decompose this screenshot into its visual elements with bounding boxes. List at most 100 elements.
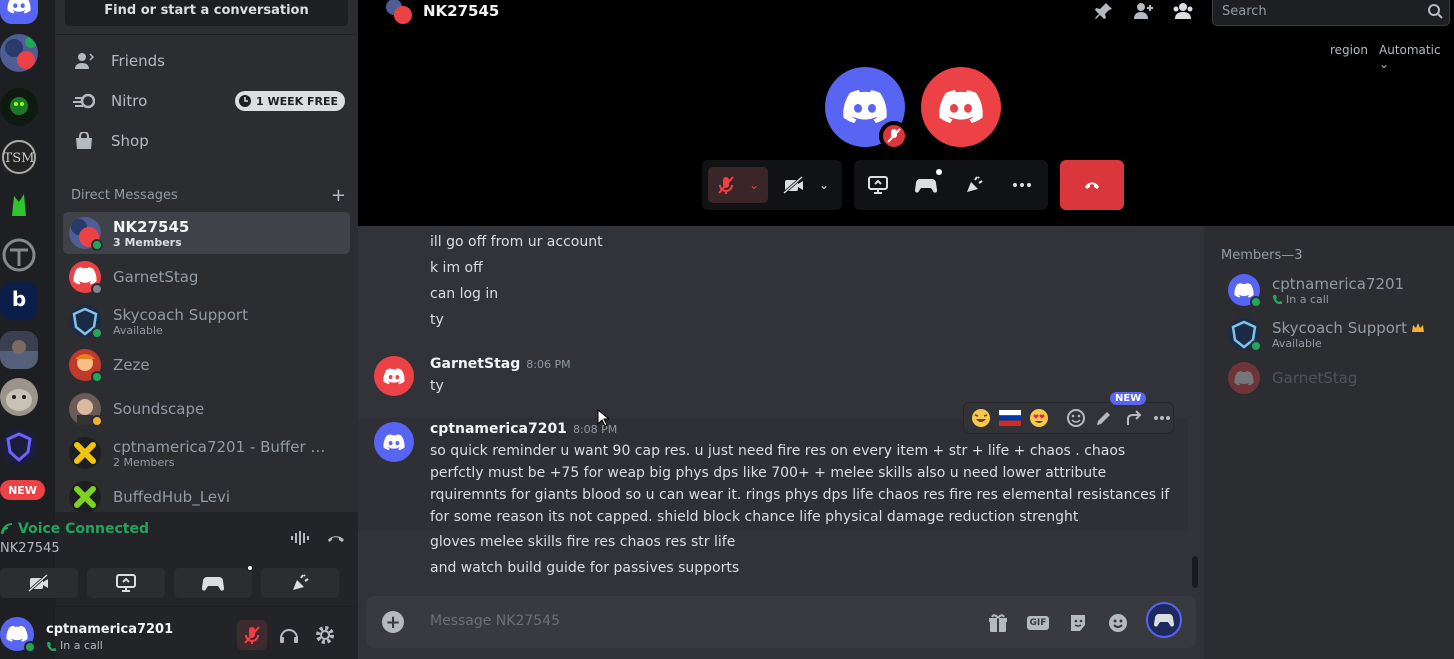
dm-item-zeze[interactable]: Zeze <box>63 344 350 386</box>
server-icon-seal[interactable] <box>0 378 38 416</box>
disconnect-icon[interactable] <box>326 530 346 550</box>
crown-icon <box>1412 322 1424 332</box>
add-friends-icon[interactable] <box>1132 1 1154 25</box>
settings-button[interactable] <box>310 620 340 650</box>
voice-channel[interactable]: NK27545 <box>0 541 60 556</box>
call-media-controls: ⌄ ⌄ <box>702 160 842 210</box>
member-list-icon[interactable] <box>1172 1 1194 25</box>
member-item-cptnamerica7201[interactable]: cptnamerica7201 In a call <box>1212 268 1448 312</box>
hang-up-icon <box>1085 182 1099 189</box>
scrollbar-thumb[interactable] <box>1192 556 1198 588</box>
message-author[interactable]: cptnamerica7201 8:08 PM <box>430 421 617 437</box>
message-text: and watch build guide for passives suppo… <box>430 560 740 576</box>
region-select[interactable]: Automatic ⌄ <box>1379 43 1454 71</box>
add-reaction-icon[interactable] <box>1064 406 1087 430</box>
nav-label: Nitro <box>111 92 148 110</box>
nav-nitro[interactable]: Nitro 1 WEEK FREE <box>63 82 350 120</box>
soundboard-button[interactable] <box>261 568 339 598</box>
signal-icon <box>1 523 13 535</box>
status-online-icon <box>1250 296 1262 308</box>
message-text: so quick reminder u want 90 cap res. u j… <box>430 443 1170 525</box>
mic-muted-icon <box>244 626 260 644</box>
mute-button[interactable] <box>237 620 267 650</box>
voice-server-icon[interactable] <box>0 34 38 72</box>
home-button[interactable] <box>0 0 38 24</box>
server-icon-art[interactable] <box>0 331 38 369</box>
member-status: Available <box>1272 336 1322 350</box>
activity-button[interactable] <box>174 564 254 598</box>
dm-item-buffer-group[interactable]: cptnamerica7201 - Buffer Sup... 2 Member… <box>63 432 350 474</box>
call-screen-share-button[interactable] <box>860 167 896 203</box>
dm-item-skycoach[interactable]: Skycoach Support Available <box>63 300 350 342</box>
message-avatar[interactable] <box>374 422 414 462</box>
avatar <box>69 217 103 251</box>
server-icon-green-skull[interactable] <box>0 186 38 224</box>
chevron-down-icon[interactable]: ⌄ <box>819 178 829 192</box>
avatar[interactable] <box>0 617 36 653</box>
dm-item-soundscape[interactable]: Soundscape <box>63 388 350 430</box>
gif-icon[interactable]: GIF <box>1026 611 1050 635</box>
divider <box>55 34 358 35</box>
message-author[interactable]: GarnetStag 8:06 PM <box>430 356 571 372</box>
phone-icon <box>47 641 56 651</box>
edit-icon[interactable] <box>1093 406 1116 430</box>
avatar <box>69 349 103 383</box>
message-text: k im off <box>430 260 483 276</box>
hang-up-button[interactable] <box>1060 160 1124 210</box>
call-activity-button[interactable] <box>908 167 944 203</box>
avatar <box>69 393 103 427</box>
call-camera-button[interactable]: ⌄ <box>776 167 836 203</box>
reaction-heart-eyes-icon[interactable] <box>1027 406 1050 430</box>
member-item-skycoach[interactable]: Skycoach Support Available <box>1212 312 1448 356</box>
server-icon-tsm[interactable]: TSM <box>0 138 38 176</box>
nav-label: Shop <box>111 132 149 150</box>
member-item-garnetstag[interactable]: GarnetStag <box>1212 356 1448 400</box>
message-timestamp: 8:06 PM <box>526 358 571 371</box>
message-toolbar <box>963 402 1174 434</box>
message-input[interactable]: Message NK27545 <box>430 613 560 629</box>
emoji-icon[interactable] <box>1106 611 1130 635</box>
server-icon-logo-t[interactable] <box>0 236 38 274</box>
search-input[interactable]: Search <box>1212 0 1450 26</box>
dm-item-garnetstag[interactable]: GarnetStag <box>63 256 350 298</box>
controller-icon <box>915 179 937 193</box>
dm-name: Skycoach Support <box>113 305 248 324</box>
reaction-laugh-icon[interactable] <box>970 406 993 430</box>
free-trial-badge: 1 WEEK FREE <box>234 91 345 111</box>
pin-icon[interactable] <box>1094 1 1114 25</box>
camera-off-icon <box>28 574 48 592</box>
server-icon-shield[interactable] <box>0 428 38 466</box>
reaction-flag-icon[interactable] <box>999 406 1022 430</box>
dm-item-nk27545[interactable]: NK27545 3 Members <box>63 212 350 254</box>
nav-shop[interactable]: Shop <box>63 122 350 160</box>
forward-icon[interactable] <box>1122 406 1145 430</box>
apps-button[interactable] <box>1146 602 1182 638</box>
server-icon-b-accounts[interactable]: b <box>0 282 38 320</box>
call-more-button[interactable] <box>1004 167 1040 203</box>
status-idle-icon <box>91 415 103 427</box>
server-icon-goblin[interactable] <box>0 88 38 126</box>
call-soundboard-button[interactable] <box>956 167 992 203</box>
participant-avatar-garnetstag[interactable] <box>921 67 1001 147</box>
search-icon <box>1427 3 1443 23</box>
find-conversation-button[interactable]: Find or start a conversation <box>65 0 348 26</box>
sticker-icon[interactable] <box>1066 611 1090 635</box>
screen-share-button[interactable] <box>87 568 165 598</box>
nav-friends[interactable]: Friends <box>63 42 350 80</box>
noise-suppression-icon[interactable] <box>290 530 310 550</box>
camera-button[interactable] <box>0 568 78 598</box>
member-name: GarnetStag <box>1272 369 1358 387</box>
participant-avatar-user[interactable] <box>825 67 909 151</box>
new-badge: NEW <box>0 480 45 500</box>
deafen-button[interactable] <box>274 620 304 650</box>
call-mute-button[interactable]: ⌄ <box>708 167 768 203</box>
gift-icon[interactable] <box>986 611 1010 635</box>
chevron-down-icon[interactable]: ⌄ <box>749 178 759 192</box>
more-icon[interactable] <box>1150 406 1173 430</box>
message-avatar[interactable] <box>374 356 414 396</box>
region-label: region <box>1330 43 1368 57</box>
dm-name: Soundscape <box>113 400 205 418</box>
voice-status[interactable]: Voice Connected <box>0 521 149 537</box>
create-dm-icon[interactable]: + <box>331 187 346 205</box>
add-attachment-button[interactable]: + <box>382 611 404 633</box>
